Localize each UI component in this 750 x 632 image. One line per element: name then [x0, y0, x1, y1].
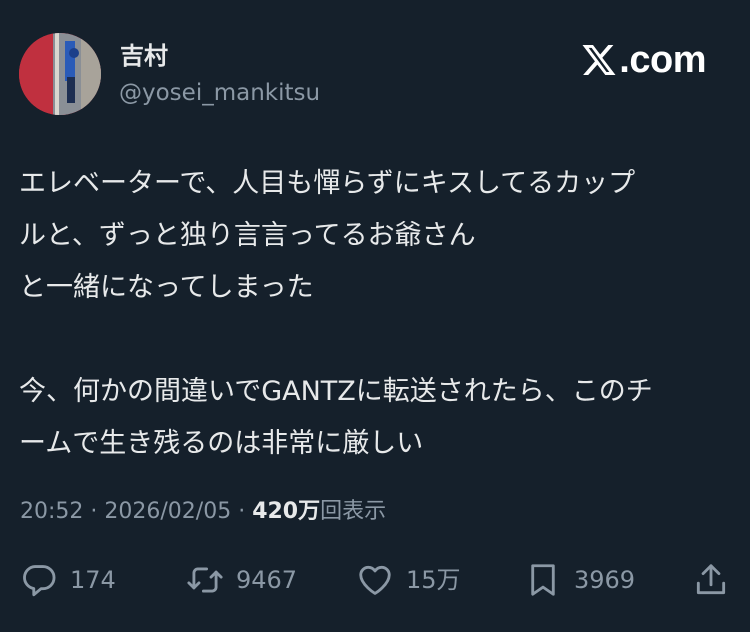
bookmark-count: 3969 — [574, 566, 636, 594]
heart-icon — [359, 565, 391, 595]
view-label: 回表示 — [320, 499, 387, 524]
x-brand-logo: .com — [581, 38, 706, 82]
action-bar: 174 9467 15万 3969 — [0, 556, 750, 604]
tweet-card: 吉村 @yosei_mankitsu .com エレベーターで、人目も憚らずにキ… — [0, 0, 750, 632]
meta-separator: · — [83, 499, 105, 524]
like-count: 15万 — [406, 566, 461, 594]
view-count: 420万 — [252, 499, 321, 524]
reply-count: 174 — [70, 566, 116, 594]
retweet-count: 9467 — [236, 566, 298, 594]
retweet-icon — [187, 567, 223, 593]
author-handle[interactable]: @yosei_mankitsu — [119, 78, 320, 108]
meta-separator: · — [231, 499, 253, 524]
reply-button[interactable]: 174 — [20, 556, 116, 604]
share-icon — [696, 564, 726, 595]
x-logo-icon — [582, 45, 616, 75]
tweet-line: エレベーターで、人目も憚らずにキスしてるカップ — [19, 168, 636, 199]
bookmark-button[interactable]: 3969 — [524, 556, 635, 604]
bookmark-icon — [531, 564, 555, 596]
author-name[interactable]: 吉村 — [120, 40, 168, 72]
tweet-line: と一緒になってしまった — [19, 272, 314, 303]
like-button[interactable]: 15万 — [356, 556, 461, 604]
reply-icon — [23, 565, 56, 597]
tweet-line: ルと、ずっと独り言言ってるお爺さん — [19, 220, 476, 251]
retweet-button[interactable]: 9467 — [186, 556, 297, 604]
tweet-text: エレベーターで、人目も憚らずにキスしてるカップ ルと、ずっと独り言言ってるお爺さ… — [19, 158, 734, 470]
tweet-time[interactable]: 20:52 — [20, 499, 83, 524]
share-button[interactable] — [692, 556, 730, 604]
brand-domain-text: .com — [619, 39, 706, 81]
tweet-date[interactable]: 2026/02/05 — [104, 499, 231, 524]
tweet-meta: 20:52 · 2026/02/05 · 420万回表示 — [20, 497, 386, 527]
avatar[interactable] — [19, 33, 101, 115]
avatar-image — [19, 33, 101, 115]
tweet-line: 今、何かの間違いでGANTZに転送されたら、このチ — [19, 376, 653, 407]
tweet-line: ームで生き残るのは非常に厳しい — [19, 428, 424, 459]
